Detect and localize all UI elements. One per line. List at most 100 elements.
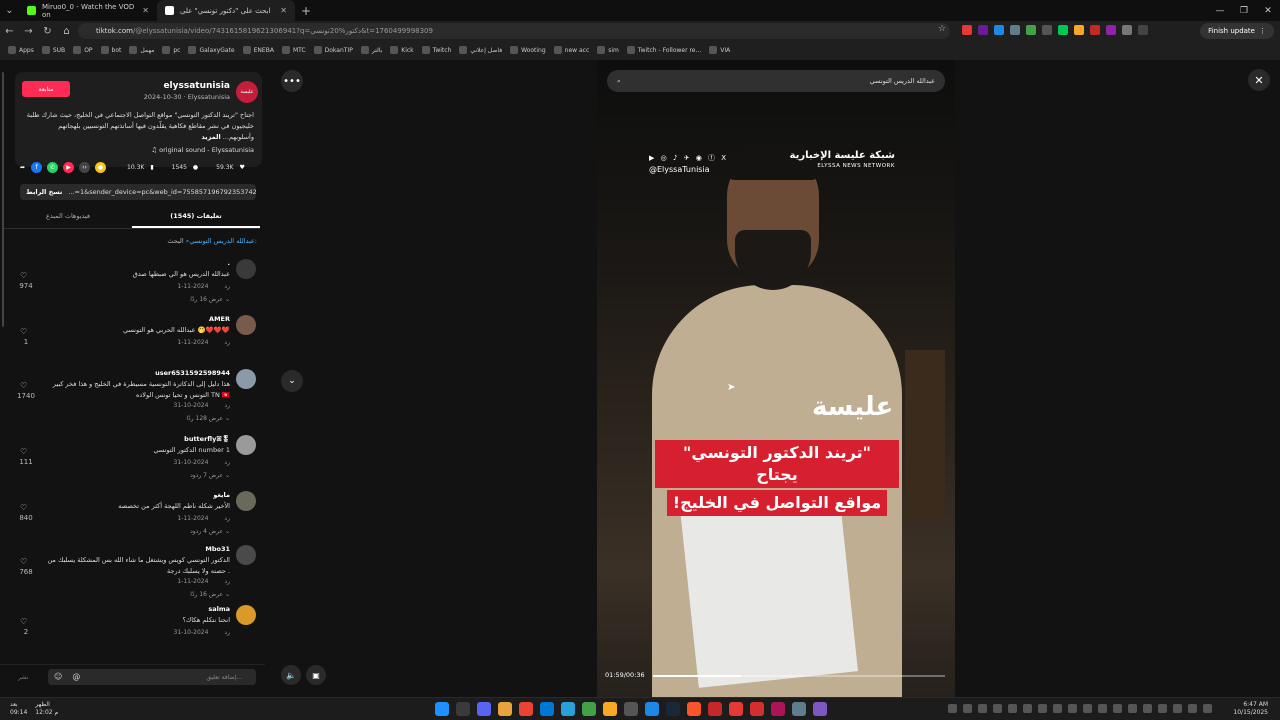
copy-link-button[interactable]: نسخ الرابط xyxy=(26,188,62,196)
back-icon[interactable]: ← xyxy=(0,26,19,37)
follow-button[interactable]: متابعة xyxy=(22,81,70,97)
scrollbar[interactable] xyxy=(2,72,4,327)
reply-link[interactable]: رد xyxy=(224,515,230,522)
mention-icon[interactable]: @ xyxy=(72,672,80,681)
extension-icon[interactable] xyxy=(994,25,1004,35)
bookmark-item[interactable]: Twitch - Follower re... xyxy=(626,46,701,54)
commenter-avatar[interactable] xyxy=(236,605,256,625)
reply-link[interactable]: رد xyxy=(224,339,230,346)
video-player[interactable]: ⌕ عبدالله الدريس التونسي ▶ ◎ ♪ ✈ ◉ ⓕ X @… xyxy=(597,60,955,697)
taskbar-clock[interactable]: 6:47 AM 10/15/2025 xyxy=(1233,701,1268,717)
app-icon[interactable] xyxy=(750,702,764,716)
extension-icon[interactable] xyxy=(978,25,988,35)
reply-link[interactable]: رد xyxy=(224,629,230,636)
comment-like-heart-icon[interactable]: ♡ xyxy=(20,503,27,512)
start-icon[interactable] xyxy=(435,702,449,716)
tray-icon[interactable] xyxy=(1158,704,1167,713)
comment-like-heart-icon[interactable]: ♡ xyxy=(20,381,27,390)
repost-icon[interactable]: ▶ xyxy=(63,161,75,173)
commenter-avatar[interactable] xyxy=(236,259,256,279)
extension-icon[interactable] xyxy=(1090,25,1100,35)
tray-icon[interactable] xyxy=(1128,704,1137,713)
sound-link[interactable]: ♫ original sound - Elyssatunisia xyxy=(151,146,254,154)
comment-username[interactable]: user6531592598944 xyxy=(155,369,230,377)
comment-username[interactable]: salma xyxy=(208,605,230,613)
app-icon[interactable] xyxy=(561,702,575,716)
tray-icon[interactable] xyxy=(1173,704,1182,713)
extensions-puzzle-icon[interactable] xyxy=(1122,25,1132,35)
comment-like-heart-icon[interactable]: ♡ xyxy=(20,327,27,336)
tray-icon[interactable] xyxy=(1143,704,1152,713)
settings-gear-icon[interactable] xyxy=(792,702,806,716)
comment-username[interactable]: butterflyꕤ🎖 xyxy=(184,435,230,444)
reply-link[interactable]: رد xyxy=(224,402,230,409)
brave-icon[interactable] xyxy=(687,702,701,716)
bookmark-item[interactable]: DokanTIP xyxy=(313,46,353,54)
bookmark-item[interactable]: pc xyxy=(162,46,180,54)
tray-icon[interactable] xyxy=(948,704,957,713)
commenter-avatar[interactable] xyxy=(236,435,256,455)
app-icon[interactable] xyxy=(813,702,827,716)
tray-icon[interactable] xyxy=(1023,704,1032,713)
author-info[interactable]: elyssatunisia 2024-10-30 · Elyssatunisia xyxy=(144,81,230,101)
comment-like-heart-icon[interactable]: ♡ xyxy=(20,557,27,566)
comment-username[interactable]: مايغو xyxy=(213,491,230,499)
bookmark-item[interactable]: sim xyxy=(597,46,619,54)
bookmark-item[interactable]: GalaxyGate xyxy=(188,46,235,54)
bookmark-item[interactable]: فاصل إعلاني xyxy=(459,46,502,54)
file-explorer-icon[interactable] xyxy=(498,702,512,716)
bookmark-item[interactable]: MTC xyxy=(281,46,306,54)
app-icon[interactable] xyxy=(477,702,491,716)
close-tab-icon[interactable]: ✕ xyxy=(142,6,149,15)
address-bar[interactable]: tiktok.com/@elyssatunisia/video/74316158… xyxy=(78,23,950,39)
bookmark-item[interactable]: Kick xyxy=(390,46,414,54)
app-icon[interactable] xyxy=(603,702,617,716)
widgets-area[interactable]: بعد 09:14 الظهر 12:02 م xyxy=(10,701,58,717)
tray-icon[interactable] xyxy=(1083,704,1092,713)
embed-icon[interactable]: ‹› xyxy=(79,161,91,173)
search-icon[interactable] xyxy=(456,702,470,716)
video-progress-bar[interactable] xyxy=(653,675,945,677)
tray-icon[interactable] xyxy=(978,704,987,713)
tray-icon[interactable] xyxy=(1113,704,1122,713)
commenter-avatar[interactable] xyxy=(236,491,256,511)
extension-icon[interactable] xyxy=(1074,25,1084,35)
comment-username[interactable]: Mbo31 xyxy=(205,545,230,553)
comment-username[interactable]: AMER xyxy=(209,315,230,323)
emoji-icon[interactable]: ☺ xyxy=(54,672,62,681)
close-window-icon[interactable]: ✕ xyxy=(1256,6,1280,16)
view-replies-button[interactable]: عرض 16 ردًا ⌄ xyxy=(190,296,230,303)
facebook-share-icon[interactable]: f xyxy=(31,161,43,173)
tray-icon[interactable] xyxy=(1188,704,1197,713)
tray-icon[interactable] xyxy=(1068,704,1077,713)
more-link[interactable]: المزيد xyxy=(201,133,220,141)
next-video-chevron-down-icon[interactable]: ⌄ xyxy=(281,370,303,392)
close-icon[interactable]: ✕ xyxy=(1248,69,1270,91)
view-replies-button[interactable]: عرض 128 ردًا ⌄ xyxy=(186,415,230,422)
minimize-icon[interactable]: — xyxy=(1208,6,1232,16)
extension-icon[interactable] xyxy=(962,25,972,35)
extension-icon[interactable] xyxy=(1058,25,1068,35)
related-search[interactable]: عبدالله الدريس التونسي⌕ البحث: xyxy=(167,237,257,246)
tab-menu-icon[interactable]: ⌄ xyxy=(0,5,19,16)
comment-like-heart-icon[interactable]: ♡ xyxy=(20,447,27,456)
post-comment-button[interactable]: نشر xyxy=(18,674,28,681)
chrome-icon[interactable] xyxy=(519,702,533,716)
view-replies-button[interactable]: عرض 4 ردود ⌄ xyxy=(190,528,230,535)
volume-icon[interactable]: 🔈 xyxy=(281,665,301,685)
bookmark-item[interactable]: OP xyxy=(73,46,93,54)
close-tab-icon[interactable]: ✕ xyxy=(280,6,287,15)
tray-icon[interactable] xyxy=(963,704,972,713)
comment-icon[interactable]: ● xyxy=(193,164,198,171)
share-link-text[interactable]: ...=1&sender_device=pc&web_id=7558571967… xyxy=(68,188,256,196)
bookmark-item[interactable]: bot xyxy=(100,46,121,54)
app-icon[interactable] xyxy=(708,702,722,716)
commenter-avatar[interactable] xyxy=(236,315,256,335)
comment-username[interactable]: . xyxy=(228,259,230,267)
reload-icon[interactable]: ↻ xyxy=(38,26,57,37)
bookmark-item[interactable]: مهمل xyxy=(129,46,154,54)
bookmark-item[interactable]: Twitch xyxy=(421,46,451,54)
commenter-avatar[interactable] xyxy=(236,545,256,565)
tray-icon[interactable] xyxy=(1098,704,1107,713)
browser-tab-kick[interactable]: Miruo0_0 - Watch the VOD on ✕ xyxy=(19,0,157,21)
